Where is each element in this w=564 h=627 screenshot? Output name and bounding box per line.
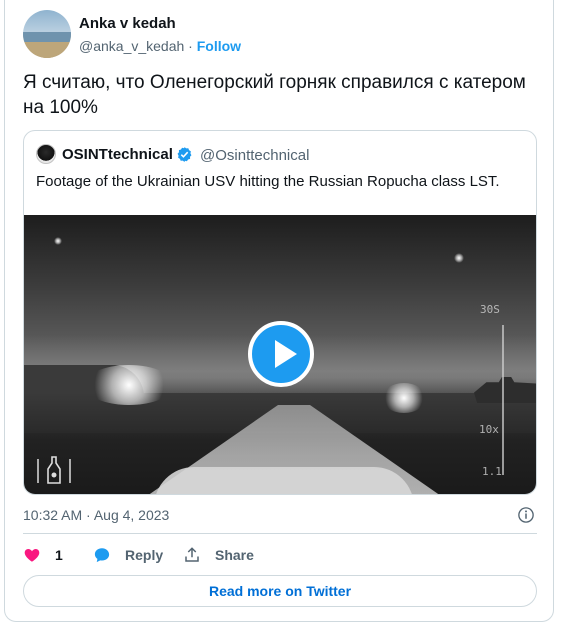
verified-badge-icon (177, 147, 192, 162)
share-button[interactable]: Share (183, 545, 254, 565)
star-light (54, 237, 62, 245)
like-button[interactable]: 1 (23, 545, 63, 565)
read-more-button[interactable]: Read more on Twitter (23, 575, 537, 607)
like-count: 1 (55, 547, 63, 563)
separator: · (184, 38, 197, 54)
bottle-icon (37, 456, 71, 484)
quote-author-name: OSINTtechnical (62, 146, 173, 163)
overlay-label-mid: 10x (479, 423, 499, 436)
divider (23, 533, 537, 534)
tweet-header: Anka v kedah @anka_v_kedah · Follow (23, 10, 533, 60)
quote-author-avatar (36, 144, 56, 164)
shore-lights (84, 365, 174, 405)
heart-icon (24, 549, 40, 562)
play-button[interactable] (248, 321, 314, 387)
author-avatar[interactable] (23, 10, 71, 58)
author-handle[interactable]: @anka_v_kedah (79, 38, 184, 54)
action-bar: 1 Reply Share (23, 545, 423, 567)
share-label: Share (215, 547, 254, 563)
reply-label: Reply (125, 547, 164, 563)
info-icon[interactable] (517, 506, 535, 524)
star-light (454, 253, 464, 263)
explosion-flash (382, 383, 426, 413)
tweet-timestamp[interactable]: 10:32 AM · Aug 4, 2023 (23, 507, 169, 523)
author-handle-line: @anka_v_kedah · Follow (79, 38, 241, 54)
reply-button[interactable]: Reply (93, 545, 163, 565)
tweet-card: Anka v kedah @anka_v_kedah · Follow Я сч… (4, 0, 554, 622)
share-icon (185, 547, 199, 562)
overlay-label-bottom: 1.1 (482, 465, 502, 478)
author-name[interactable]: Anka v kedah (79, 15, 176, 32)
quote-text: Footage of the Ukrainian USV hitting the… (36, 173, 500, 190)
tweet-text: Я считаю, что Оленегорский горняк справи… (23, 72, 526, 118)
quote-header: OSINTtechnical @Osinttechnical (36, 144, 526, 166)
video-thumbnail[interactable]: 30S 10x 1.1 (24, 215, 536, 494)
quoted-tweet[interactable]: OSINTtechnical @Osinttechnical Footage o… (23, 130, 537, 495)
follow-button[interactable]: Follow (197, 38, 241, 54)
overlay-label-top: 30S (480, 303, 500, 316)
reply-bubble-icon (94, 548, 110, 563)
quote-author-handle: @Osinttechnical (200, 147, 310, 164)
